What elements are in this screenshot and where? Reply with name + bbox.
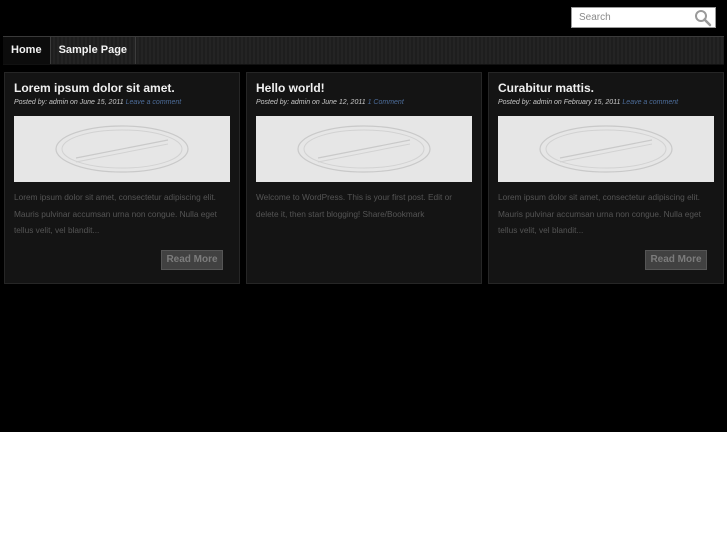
post-thumbnail — [256, 116, 472, 182]
search-input[interactable] — [572, 8, 692, 27]
post-title[interactable]: Lorem ipsum dolor sit amet. — [14, 81, 175, 95]
post-excerpt: Lorem ipsum dolor sit amet, consectetur … — [498, 192, 701, 235]
post-meta-text: Posted by: admin on February 15, 2011 — [498, 99, 621, 106]
post-meta: Posted by: admin on February 15, 2011 Le… — [498, 99, 678, 106]
post-card: Curabitur mattis. Posted by: admin on Fe… — [488, 72, 724, 284]
nav-item-home[interactable]: Home — [3, 37, 51, 64]
post-thumbnail — [14, 116, 230, 182]
post-card: Hello world! Posted by: admin on June 12… — [246, 72, 482, 284]
search-icon[interactable] — [694, 9, 712, 27]
post-card: Lorem ipsum dolor sit amet. Posted by: a… — [4, 72, 240, 284]
comment-link[interactable]: Leave a comment — [622, 99, 678, 106]
read-more-button[interactable]: Read More — [645, 250, 707, 270]
placeholder-image-icon — [297, 125, 431, 173]
post-excerpt: Lorem ipsum dolor sit amet, consectetur … — [14, 192, 217, 235]
post-meta-text: Posted by: admin on June 15, 2011 — [14, 99, 124, 106]
comment-link[interactable]: Leave a comment — [126, 99, 182, 106]
post-title[interactable]: Hello world! — [256, 81, 325, 95]
search-box[interactable] — [571, 7, 716, 28]
post-title[interactable]: Curabitur mattis. — [498, 81, 594, 95]
post-meta: Posted by: admin on June 15, 2011 Leave … — [14, 99, 181, 106]
post-meta: Posted by: admin on June 12, 2011 1 Comm… — [256, 99, 404, 106]
placeholder-image-icon — [55, 125, 189, 173]
page-background: Home Sample Page Lorem ipsum dolor sit a… — [0, 0, 727, 432]
post-meta-text: Posted by: admin on June 12, 2011 — [256, 99, 366, 106]
nav-item-sample-page[interactable]: Sample Page — [51, 37, 137, 64]
comment-link[interactable]: 1 Comment — [368, 99, 404, 106]
post-excerpt: Welcome to WordPress. This is your first… — [256, 192, 452, 219]
post-thumbnail — [498, 116, 714, 182]
read-more-button[interactable]: Read More — [161, 250, 223, 270]
main-navigation: Home Sample Page — [3, 36, 724, 65]
placeholder-image-icon — [539, 125, 673, 173]
